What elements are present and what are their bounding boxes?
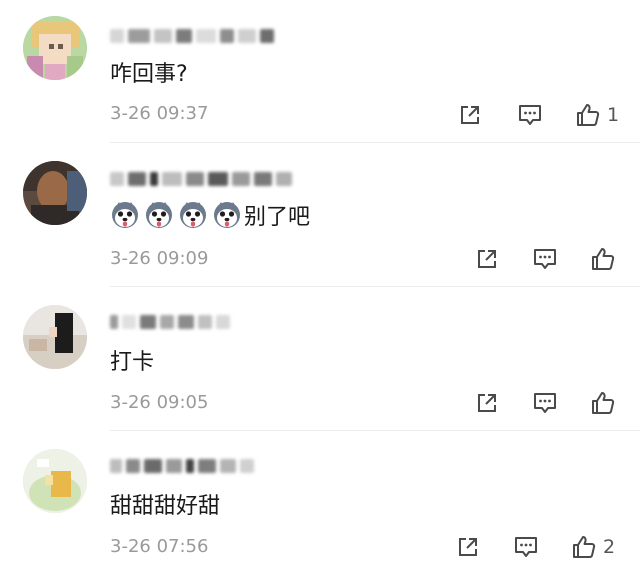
avatar[interactable] bbox=[23, 161, 87, 225]
comment-item: 别了吧 3-26 09:09 bbox=[0, 143, 640, 287]
comment-actions bbox=[474, 390, 622, 416]
share-icon[interactable] bbox=[457, 102, 483, 128]
share-icon[interactable] bbox=[474, 246, 500, 272]
husky-dog-emoji bbox=[180, 202, 206, 228]
share-icon[interactable] bbox=[455, 534, 481, 560]
avatar[interactable] bbox=[23, 305, 87, 369]
comment-icon[interactable] bbox=[513, 534, 539, 560]
comment-icon[interactable] bbox=[517, 102, 543, 128]
like-button[interactable]: 2 bbox=[571, 534, 615, 560]
comment-timestamp: 3-26 07:56 bbox=[110, 536, 209, 557]
cartoon-avatar-image bbox=[23, 16, 87, 80]
comment-icon[interactable] bbox=[532, 390, 558, 416]
like-count: 1 bbox=[607, 104, 620, 126]
comment-actions: 2 bbox=[455, 534, 615, 560]
comment-text-label: 打卡 bbox=[110, 350, 155, 375]
username-redacted[interactable] bbox=[110, 313, 230, 331]
like-count: 2 bbox=[603, 536, 616, 558]
comment-text: 打卡 bbox=[110, 344, 154, 376]
username-redacted[interactable] bbox=[110, 170, 292, 188]
comment-text: 甜甜甜好甜 bbox=[110, 488, 220, 520]
thumbs-up-icon bbox=[577, 104, 600, 126]
comment-timestamp: 3-26 09:05 bbox=[110, 392, 209, 413]
username-redacted[interactable] bbox=[110, 457, 254, 475]
husky-dog-emoji bbox=[146, 202, 172, 228]
comment-item: 打卡 3-26 09:05 bbox=[0, 287, 640, 431]
like-button[interactable] bbox=[590, 246, 622, 272]
comment-item: 咋回事? 3-26 09:37 1 bbox=[0, 0, 640, 143]
comment-timestamp: 3-26 09:37 bbox=[110, 103, 209, 124]
comment-item: 甜甜甜好甜 3-26 07:56 2 bbox=[0, 431, 640, 571]
comment-icon[interactable] bbox=[532, 246, 558, 272]
thumbs-up-icon bbox=[592, 248, 615, 270]
comment-text: 别了吧 bbox=[110, 198, 310, 232]
comment-text-label: 咋回事? bbox=[110, 62, 188, 87]
comment-actions bbox=[474, 246, 622, 272]
photo-avatar-image bbox=[23, 305, 87, 369]
thumbs-up-icon bbox=[573, 536, 596, 558]
photo-avatar-image bbox=[23, 161, 87, 225]
like-button[interactable]: 1 bbox=[575, 102, 619, 128]
cartoon-avatar-image bbox=[23, 449, 87, 513]
like-button[interactable] bbox=[590, 390, 622, 416]
avatar[interactable] bbox=[23, 16, 87, 80]
share-icon[interactable] bbox=[474, 390, 500, 416]
husky-dog-emoji bbox=[214, 202, 240, 228]
username-redacted[interactable] bbox=[110, 27, 274, 45]
thumbs-up-icon bbox=[592, 392, 615, 414]
comment-text: 咋回事? bbox=[110, 56, 188, 88]
avatar[interactable] bbox=[23, 449, 87, 513]
comment-actions: 1 bbox=[457, 102, 619, 128]
comment-text-label: 别了吧 bbox=[244, 205, 311, 230]
husky-dog-emoji bbox=[112, 202, 138, 228]
comment-text-label: 甜甜甜好甜 bbox=[110, 494, 221, 519]
comment-timestamp: 3-26 09:09 bbox=[110, 248, 209, 269]
emoji-group bbox=[110, 200, 242, 230]
